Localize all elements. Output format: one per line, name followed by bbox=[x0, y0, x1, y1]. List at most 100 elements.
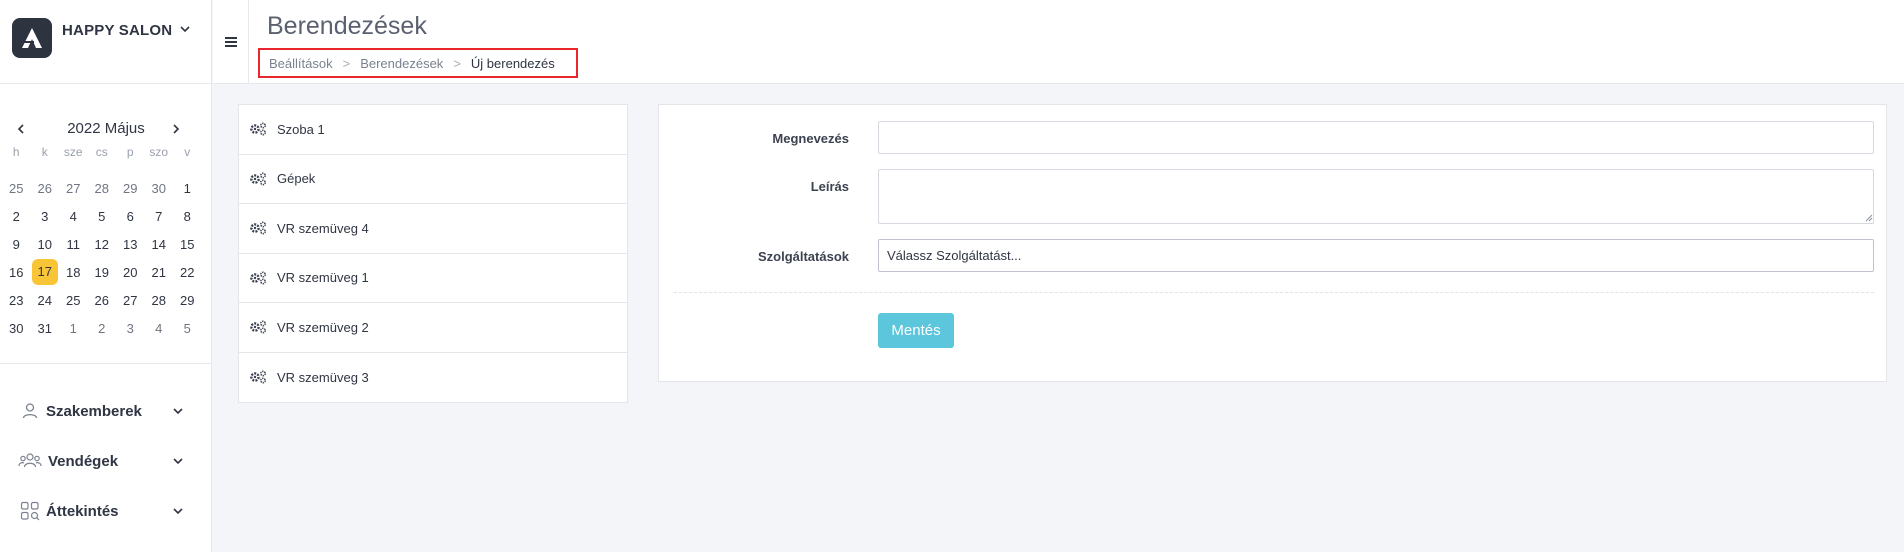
list-item[interactable]: Gépek bbox=[239, 155, 627, 204]
calendar-week: 25 26 27 28 29 30 1 bbox=[2, 174, 202, 202]
calendar-day[interactable]: 24 bbox=[31, 293, 60, 308]
breadcrumb-item-berendezesek[interactable]: Berendezések bbox=[360, 56, 443, 71]
calendar-day[interactable]: 27 bbox=[59, 181, 88, 196]
calendar-day[interactable]: 18 bbox=[59, 265, 88, 280]
list-item[interactable]: Szoba 1 bbox=[239, 105, 627, 155]
description-textarea[interactable] bbox=[878, 169, 1874, 224]
calendar-day[interactable]: 3 bbox=[31, 209, 60, 224]
calendar-day[interactable]: 22 bbox=[173, 265, 202, 280]
weekday-label: h bbox=[12, 145, 20, 159]
equipment-form: Megnevezés Leírás Szolgáltatások Válassz… bbox=[658, 104, 1887, 382]
list-item-label: Szoba 1 bbox=[277, 121, 325, 137]
breadcrumb-separator: > bbox=[342, 55, 351, 71]
calendar-day[interactable]: 25 bbox=[59, 293, 88, 308]
calendar-day[interactable]: 8 bbox=[173, 209, 202, 224]
calendar-day[interactable]: 1 bbox=[173, 181, 202, 196]
services-select-placeholder: Válassz Szolgáltatást... bbox=[887, 248, 1022, 263]
calendar-day[interactable]: 19 bbox=[88, 265, 117, 280]
cogs-icon bbox=[250, 122, 267, 136]
page-title: Berendezések bbox=[267, 12, 427, 40]
weekday-label: p bbox=[126, 145, 134, 159]
weekday-row: h k sze cs p szo v bbox=[2, 142, 202, 162]
calendar-day[interactable]: 4 bbox=[59, 209, 88, 224]
calendar-day[interactable]: 30 bbox=[2, 321, 31, 336]
calendar-day[interactable]: 28 bbox=[145, 293, 174, 308]
list-item-label: VR szemüveg 1 bbox=[277, 270, 369, 286]
name-input[interactable] bbox=[878, 121, 1874, 154]
sidebar-item-label: Áttekintés bbox=[46, 502, 119, 520]
page-header: Berendezések Beállítások > Berendezések … bbox=[213, 0, 1904, 84]
sidebar-item-vendegek[interactable]: Vendégek bbox=[0, 436, 212, 486]
calendar-day[interactable]: 14 bbox=[145, 237, 174, 252]
chevron-down-icon bbox=[173, 408, 183, 415]
list-item[interactable]: VR szemüveg 1 bbox=[239, 254, 627, 303]
list-item[interactable]: VR szemüveg 4 bbox=[239, 204, 627, 254]
calendar-day[interactable]: 15 bbox=[173, 237, 202, 252]
sidebar: HAPPY SALON 2022 Május h k sze cs p szo … bbox=[0, 0, 212, 552]
brand-header[interactable]: HAPPY SALON bbox=[0, 0, 211, 84]
weekday-label: sze bbox=[63, 145, 83, 159]
calendar-day[interactable]: 11 bbox=[59, 237, 88, 252]
today-day-label: 17 bbox=[31, 259, 58, 285]
chevron-down-icon[interactable] bbox=[178, 22, 192, 36]
equipment-list: Szoba 1 Gépek VR szemüveg 4 VR szemüveg … bbox=[238, 104, 628, 403]
breadcrumb-item-current: Új berendezés bbox=[470, 55, 555, 71]
calendar-day[interactable]: 27 bbox=[116, 293, 145, 308]
save-button[interactable]: Mentés bbox=[878, 313, 954, 348]
cogs-icon bbox=[250, 221, 267, 235]
calendar-day[interactable]: 23 bbox=[2, 293, 31, 308]
calendar-day[interactable]: 20 bbox=[116, 265, 145, 280]
calendar-day[interactable]: 29 bbox=[116, 181, 145, 196]
sidebar-item-attekintes[interactable]: Áttekintés bbox=[0, 486, 212, 536]
calendar-day[interactable]: 16 bbox=[2, 265, 31, 280]
calendar-day[interactable]: 6 bbox=[116, 209, 145, 224]
calendar-day[interactable]: 5 bbox=[173, 321, 202, 336]
calendar-day[interactable]: 28 bbox=[88, 181, 117, 196]
resize-grip-icon[interactable] bbox=[1865, 214, 1873, 222]
services-select[interactable]: Válassz Szolgáltatást... bbox=[878, 239, 1874, 272]
menu-toggle-button[interactable] bbox=[213, 0, 249, 84]
cogs-icon bbox=[250, 172, 267, 186]
calendar-day[interactable]: 10 bbox=[31, 237, 60, 252]
cogs-icon bbox=[250, 320, 267, 334]
calendar-day[interactable]: 2 bbox=[88, 321, 117, 336]
sidebar-item-label: Szakemberek bbox=[46, 402, 142, 420]
hamburger-icon bbox=[224, 37, 237, 47]
weekday-label: cs bbox=[95, 145, 108, 159]
list-item[interactable]: VR szemüveg 2 bbox=[239, 303, 627, 353]
calendar-day[interactable]: 4 bbox=[145, 321, 174, 336]
calendar-day[interactable]: 1 bbox=[59, 321, 88, 336]
cogs-icon bbox=[250, 271, 267, 285]
calendar-day[interactable]: 5 bbox=[88, 209, 117, 224]
list-item[interactable]: VR szemüveg 3 bbox=[239, 353, 627, 403]
breadcrumb-separator: > bbox=[453, 55, 461, 71]
breadcrumb-item-beallitasok[interactable]: Beállítások bbox=[269, 56, 333, 71]
chevron-down-icon bbox=[173, 508, 183, 515]
calendar-day[interactable]: 2 bbox=[2, 209, 31, 224]
calendar-day[interactable]: 7 bbox=[145, 209, 174, 224]
calendar-day-today[interactable]: 17 bbox=[31, 259, 60, 285]
grid-search-icon bbox=[20, 501, 40, 521]
calendar-day[interactable]: 26 bbox=[88, 293, 117, 308]
calendar-day[interactable]: 3 bbox=[116, 321, 145, 336]
sidebar-nav: Szakemberek Vendégek Áttekintés bbox=[0, 386, 212, 536]
calendar-day[interactable]: 30 bbox=[145, 181, 174, 196]
user-icon bbox=[22, 403, 38, 419]
calendar-day[interactable]: 9 bbox=[2, 237, 31, 252]
calendar-day[interactable]: 25 bbox=[2, 181, 31, 196]
list-item-label: VR szemüveg 4 bbox=[277, 220, 369, 236]
calendar-day[interactable]: 13 bbox=[116, 237, 145, 252]
weekday-label: szo bbox=[149, 145, 169, 159]
chevron-right-icon[interactable] bbox=[169, 122, 183, 136]
calendar-week: 2 3 4 5 6 7 8 bbox=[2, 202, 202, 230]
calendar-day[interactable]: 31 bbox=[31, 321, 60, 336]
calendar-day[interactable]: 21 bbox=[145, 265, 174, 280]
description-label: Leírás bbox=[810, 179, 849, 194]
calendar-grid: h k sze cs p szo v 25 26 27 28 29 30 1 2… bbox=[2, 142, 202, 342]
calendar-day[interactable]: 12 bbox=[88, 237, 117, 252]
calendar-day[interactable]: 26 bbox=[31, 181, 60, 196]
list-item-label: Gépek bbox=[277, 171, 316, 187]
calendar-day[interactable]: 29 bbox=[173, 293, 202, 308]
services-label: Szolgáltatások bbox=[757, 249, 849, 264]
sidebar-item-szakemberek[interactable]: Szakemberek bbox=[0, 386, 212, 436]
